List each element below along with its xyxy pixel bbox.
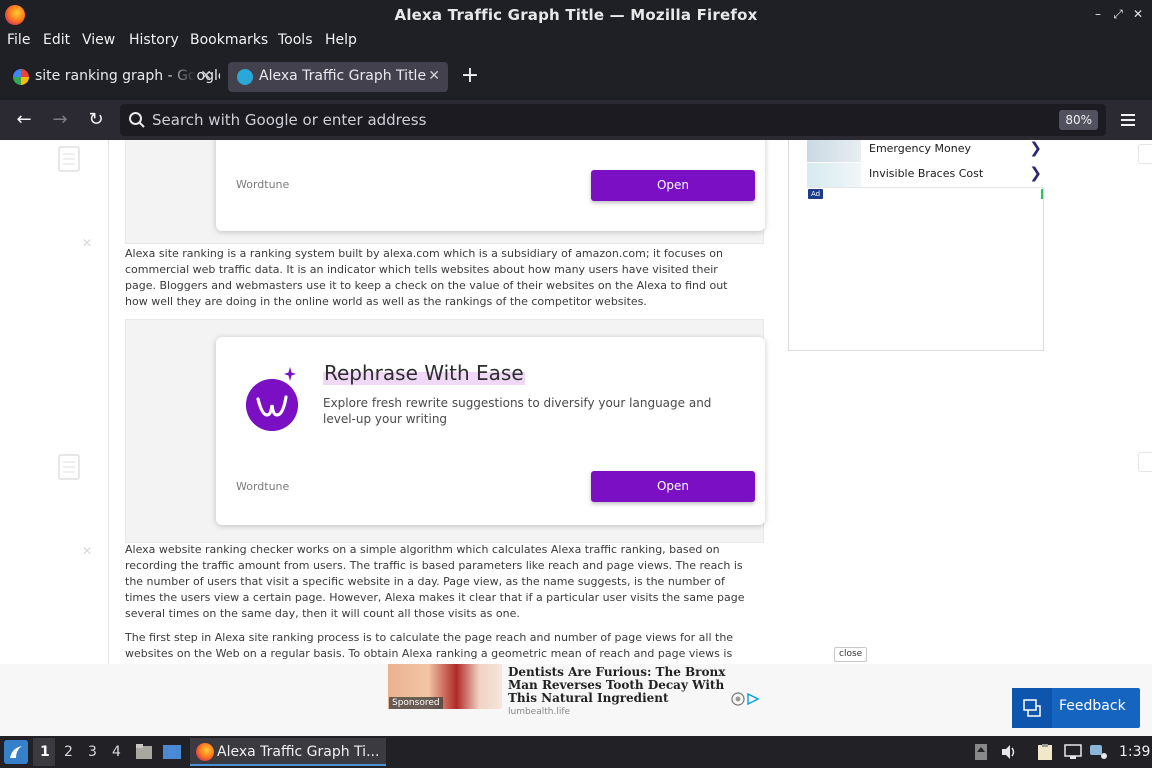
ad-thumbnail <box>807 163 861 187</box>
tab-google-search[interactable]: site ranking graph - Google Search ✕ <box>4 62 220 92</box>
forward-icon[interactable]: → <box>48 108 72 132</box>
network-icon[interactable] <box>1064 744 1082 760</box>
workspace-2[interactable]: 2 <box>64 744 73 760</box>
workspace-1[interactable]: 1 <box>40 744 50 760</box>
search-icon <box>129 112 145 128</box>
article-paragraph: Alexa site ranking is a ranking system b… <box>125 247 728 308</box>
ad-choices-badge[interactable]: Ad <box>808 189 824 199</box>
ad-box-wordtune: Rephrase With Ease Explore fresh rewrite… <box>125 319 765 543</box>
site-favicon-icon <box>237 69 253 85</box>
window-title: Alexa Traffic Graph Title — Mozilla Fire… <box>394 6 758 24</box>
sticky-bottom-ad: Sponsored Dentists Are Furious: The Bron… <box>0 664 1152 740</box>
adchoices-icon[interactable] <box>731 692 761 706</box>
taskbar: 1 2 3 4 Alexa Traffic Graph Ti... 1:39 <box>0 736 1152 768</box>
firefox-icon <box>196 743 214 761</box>
start-menu-icon[interactable] <box>4 740 28 764</box>
google-favicon-icon <box>13 69 29 85</box>
reload-icon[interactable]: ↻ <box>84 108 108 132</box>
menu-help[interactable]: Help <box>325 32 357 48</box>
menu-hamburger-icon[interactable] <box>1118 110 1138 130</box>
ad-description: Explore fresh rewrite suggestions to div… <box>323 396 712 426</box>
desktop-icon[interactable] <box>163 744 181 760</box>
menu-history[interactable]: History <box>129 32 179 48</box>
article-paragraph: The first step in Alexa site ranking pro… <box>125 631 734 660</box>
feedback-label: Feedback <box>1059 698 1126 714</box>
ad-source: lumbealth.life <box>508 707 571 717</box>
side-tab-icon[interactable] <box>1138 452 1152 472</box>
sparkle-icon <box>284 367 296 381</box>
close-icon: ✕ <box>82 544 93 558</box>
menu-file[interactable]: File <box>7 32 30 48</box>
sidebar-ad: Emergency Money ❯ Invisible Braces Cost … <box>788 140 1044 351</box>
side-tab-icon[interactable] <box>1138 144 1152 164</box>
workspace-4[interactable]: 4 <box>112 744 121 760</box>
ad-brand: Wordtune <box>236 480 290 493</box>
minimize-icon[interactable]: – <box>1090 6 1106 22</box>
open-button[interactable]: Open <box>591 471 755 502</box>
window-titlebar: Alexa Traffic Graph Title — Mozilla Fire… <box>0 0 1152 30</box>
tab-alexa-traffic[interactable]: Alexa Traffic Graph Title ✕ <box>228 62 448 92</box>
back-icon[interactable]: ← <box>12 108 36 132</box>
workspace-3[interactable]: 3 <box>88 744 97 760</box>
ad-box-wordtune-top: Wordtune Open <box>125 140 765 244</box>
document-icon <box>58 454 80 480</box>
menu-bookmarks[interactable]: Bookmarks <box>190 32 268 48</box>
new-tab-icon[interactable]: + <box>459 65 481 88</box>
ad-title: Rephrase With Ease <box>323 361 525 385</box>
wordtune-logo-icon <box>246 379 298 431</box>
close-tab-icon[interactable]: ✕ <box>200 68 212 84</box>
file-manager-icon[interactable] <box>135 744 153 760</box>
close-tab-icon[interactable]: ✕ <box>428 68 440 84</box>
feedback-icon <box>1012 688 1052 728</box>
document-icon <box>58 146 80 172</box>
ad-link-invisible-braces[interactable]: Invisible Braces Cost ❯ <box>807 162 1044 188</box>
feedback-button[interactable]: Feedback <box>1012 688 1140 728</box>
address-bar[interactable]: 80% <box>120 104 1106 136</box>
close-icon: ✕ <box>82 236 93 250</box>
article-paragraph: Alexa website ranking checker works on a… <box>125 543 745 620</box>
menu-view[interactable]: View <box>82 32 115 48</box>
volume-icon[interactable] <box>1000 744 1018 760</box>
ad-card[interactable]: Rephrase With Ease Explore fresh rewrite… <box>216 337 765 525</box>
menu-edit[interactable]: Edit <box>43 32 70 48</box>
ad-card: Wordtune Open <box>216 140 765 231</box>
clipboard-icon[interactable] <box>1036 744 1054 760</box>
open-button[interactable]: Open <box>591 170 755 201</box>
ad-link-label: Invisible Braces Cost <box>869 167 984 180</box>
menu-bar: File Edit View History Bookmarks Tools H… <box>0 30 1152 54</box>
notification-icon[interactable] <box>1090 744 1108 760</box>
web-page: ✕ ✕ Wordtune Open Alexa site ranking is … <box>0 140 1152 664</box>
ad-headline[interactable]: Dentists Are Furious: The Bronx Man Reve… <box>508 666 748 705</box>
maximize-icon[interactable]: ⤢ <box>1110 6 1126 22</box>
tab-label: Alexa Traffic Graph Title <box>259 68 427 84</box>
close-ad-button[interactable]: close <box>834 647 868 662</box>
ad-link-label: Emergency Money <box>869 142 972 155</box>
navigation-toolbar: ← → ↻ 80% <box>0 100 1152 140</box>
upload-tray-icon[interactable] <box>972 744 990 760</box>
close-window-icon[interactable]: ✕ <box>1130 6 1146 22</box>
menu-tools[interactable]: Tools <box>278 32 313 48</box>
taskbar-firefox-window[interactable]: Alexa Traffic Graph Ti... <box>190 738 386 766</box>
ad-thumbnail <box>807 140 861 162</box>
chevron-right-icon: ❯ <box>1029 164 1042 182</box>
ad-brand: Wordtune <box>236 178 290 191</box>
ad-link-emergency-money[interactable]: Emergency Money ❯ <box>807 140 1044 163</box>
sponsored-label: Sponsored <box>389 697 443 709</box>
chevron-right-icon: ❯ <box>1029 140 1042 157</box>
clock: 1:39 <box>1119 744 1151 760</box>
url-input[interactable] <box>152 109 1032 131</box>
tab-bar: site ranking graph - Google Search ✕ Ale… <box>0 54 1152 100</box>
task-label: Alexa Traffic Graph Ti... <box>217 744 380 760</box>
zoom-level-badge[interactable]: 80% <box>1059 110 1098 130</box>
